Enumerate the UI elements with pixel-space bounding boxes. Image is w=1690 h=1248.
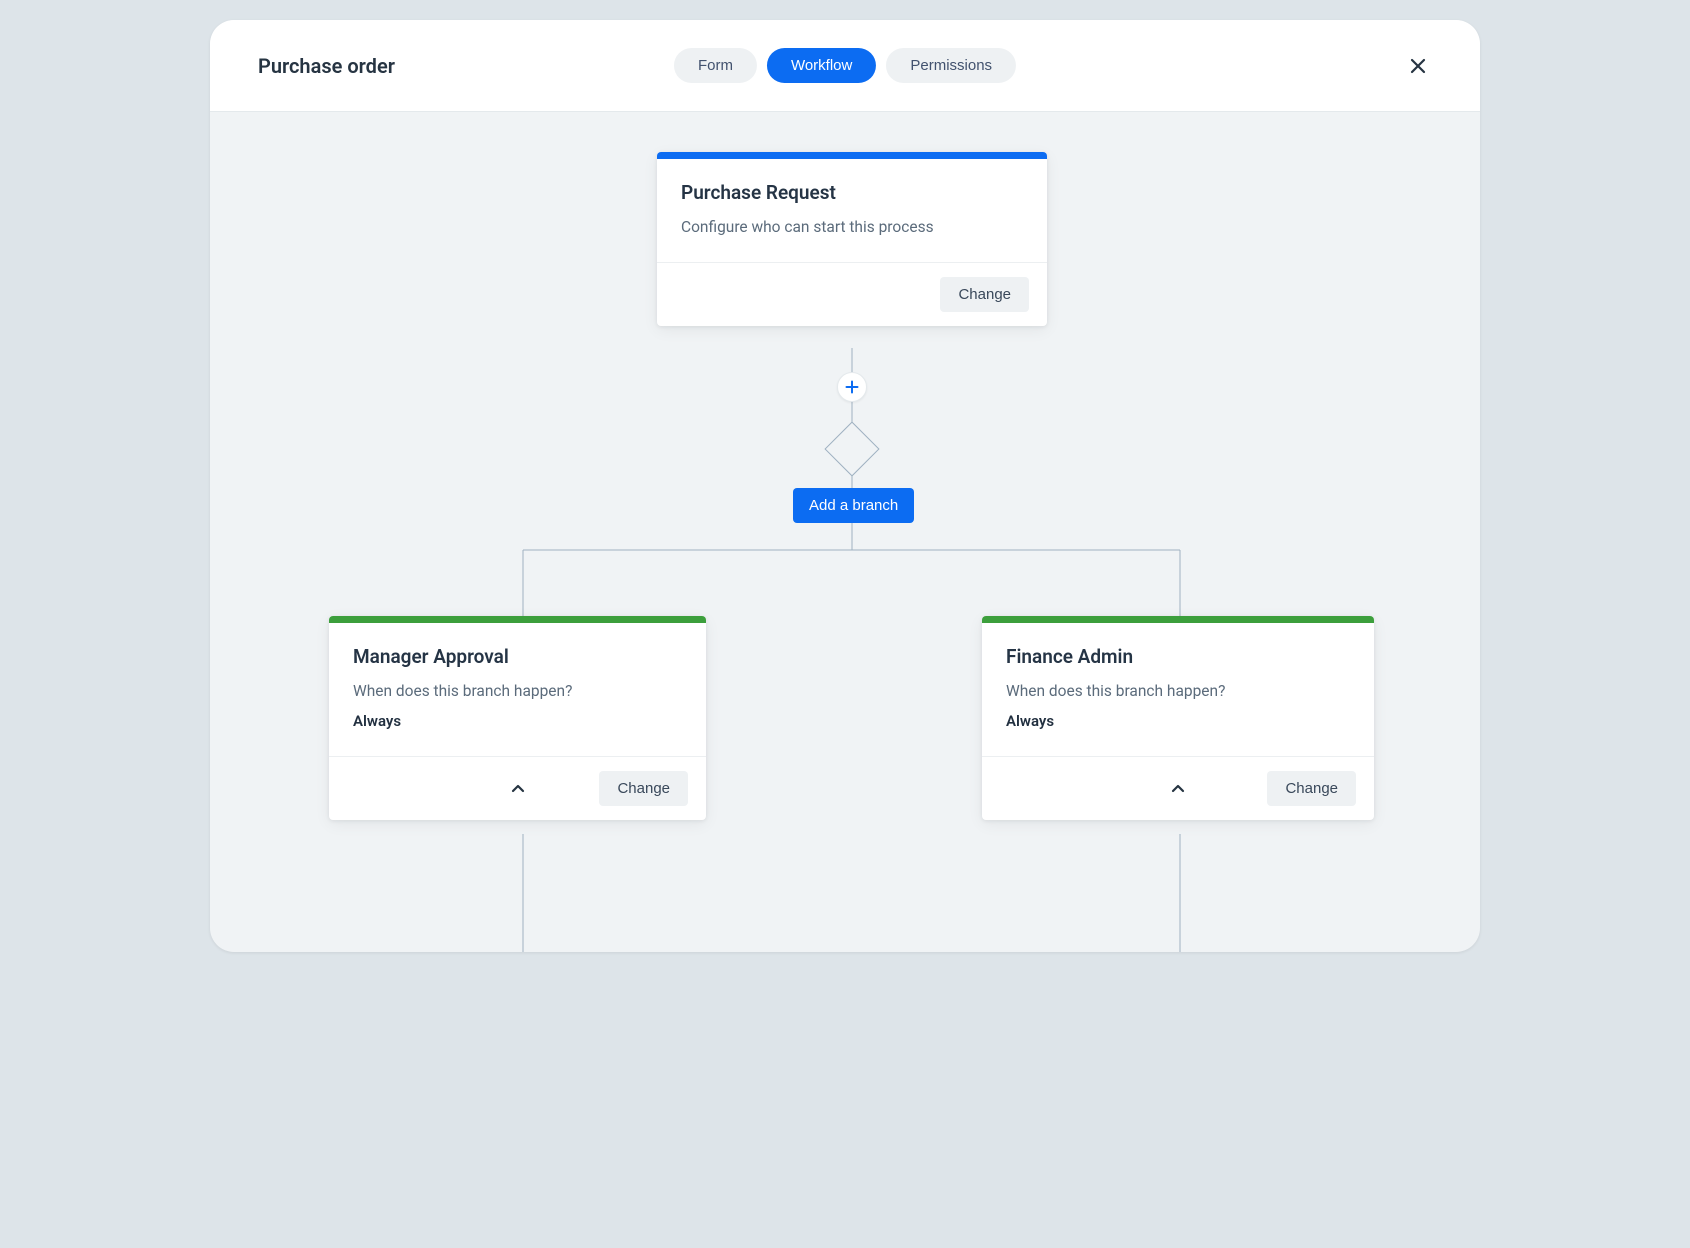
- plus-icon: [845, 380, 859, 394]
- card-footer: Change: [329, 756, 706, 820]
- app-frame: Purchase order Form Workflow Permissions: [210, 20, 1480, 952]
- branch-title: Manager Approval: [353, 645, 682, 668]
- tab-group: Form Workflow Permissions: [674, 48, 1016, 83]
- branch-condition-label: When does this branch happen?: [353, 682, 682, 700]
- branch-condition-value: Always: [353, 712, 682, 730]
- card-footer: Change: [657, 262, 1047, 326]
- page-title: Purchase order: [258, 54, 395, 78]
- start-node-card: Purchase Request Configure who can start…: [657, 152, 1047, 326]
- card-footer: Change: [982, 756, 1374, 820]
- branch-title: Finance Admin: [1006, 645, 1350, 668]
- close-icon: [1409, 57, 1427, 75]
- branch-condition-label: When does this branch happen?: [1006, 682, 1350, 700]
- chevron-up-icon: [510, 781, 526, 797]
- card-stripe: [329, 616, 706, 623]
- branch-card-manager-approval: Manager Approval When does this branch h…: [329, 616, 706, 820]
- add-branch-button[interactable]: Add a branch: [793, 488, 914, 523]
- tab-workflow[interactable]: Workflow: [767, 48, 876, 83]
- topbar: Purchase order Form Workflow Permissions: [210, 20, 1480, 112]
- workflow-canvas: Purchase Request Configure who can start…: [210, 112, 1480, 952]
- card-stripe: [982, 616, 1374, 623]
- add-step-button[interactable]: [837, 372, 867, 402]
- collapse-toggle[interactable]: [1170, 781, 1186, 797]
- close-button[interactable]: [1404, 52, 1432, 80]
- branch-condition-value: Always: [1006, 712, 1350, 730]
- tab-permissions[interactable]: Permissions: [886, 48, 1016, 83]
- start-node-title: Purchase Request: [681, 181, 1023, 204]
- collapse-toggle[interactable]: [510, 781, 526, 797]
- change-button[interactable]: Change: [940, 277, 1029, 312]
- change-button[interactable]: Change: [1267, 771, 1356, 806]
- branch-card-finance-admin: Finance Admin When does this branch happ…: [982, 616, 1374, 820]
- card-body: Manager Approval When does this branch h…: [329, 623, 706, 756]
- card-body: Finance Admin When does this branch happ…: [982, 623, 1374, 756]
- chevron-up-icon: [1170, 781, 1186, 797]
- start-node-subtitle: Configure who can start this process: [681, 218, 1023, 236]
- change-button[interactable]: Change: [599, 771, 688, 806]
- card-body: Purchase Request Configure who can start…: [657, 159, 1047, 262]
- tab-form[interactable]: Form: [674, 48, 757, 83]
- card-stripe: [657, 152, 1047, 159]
